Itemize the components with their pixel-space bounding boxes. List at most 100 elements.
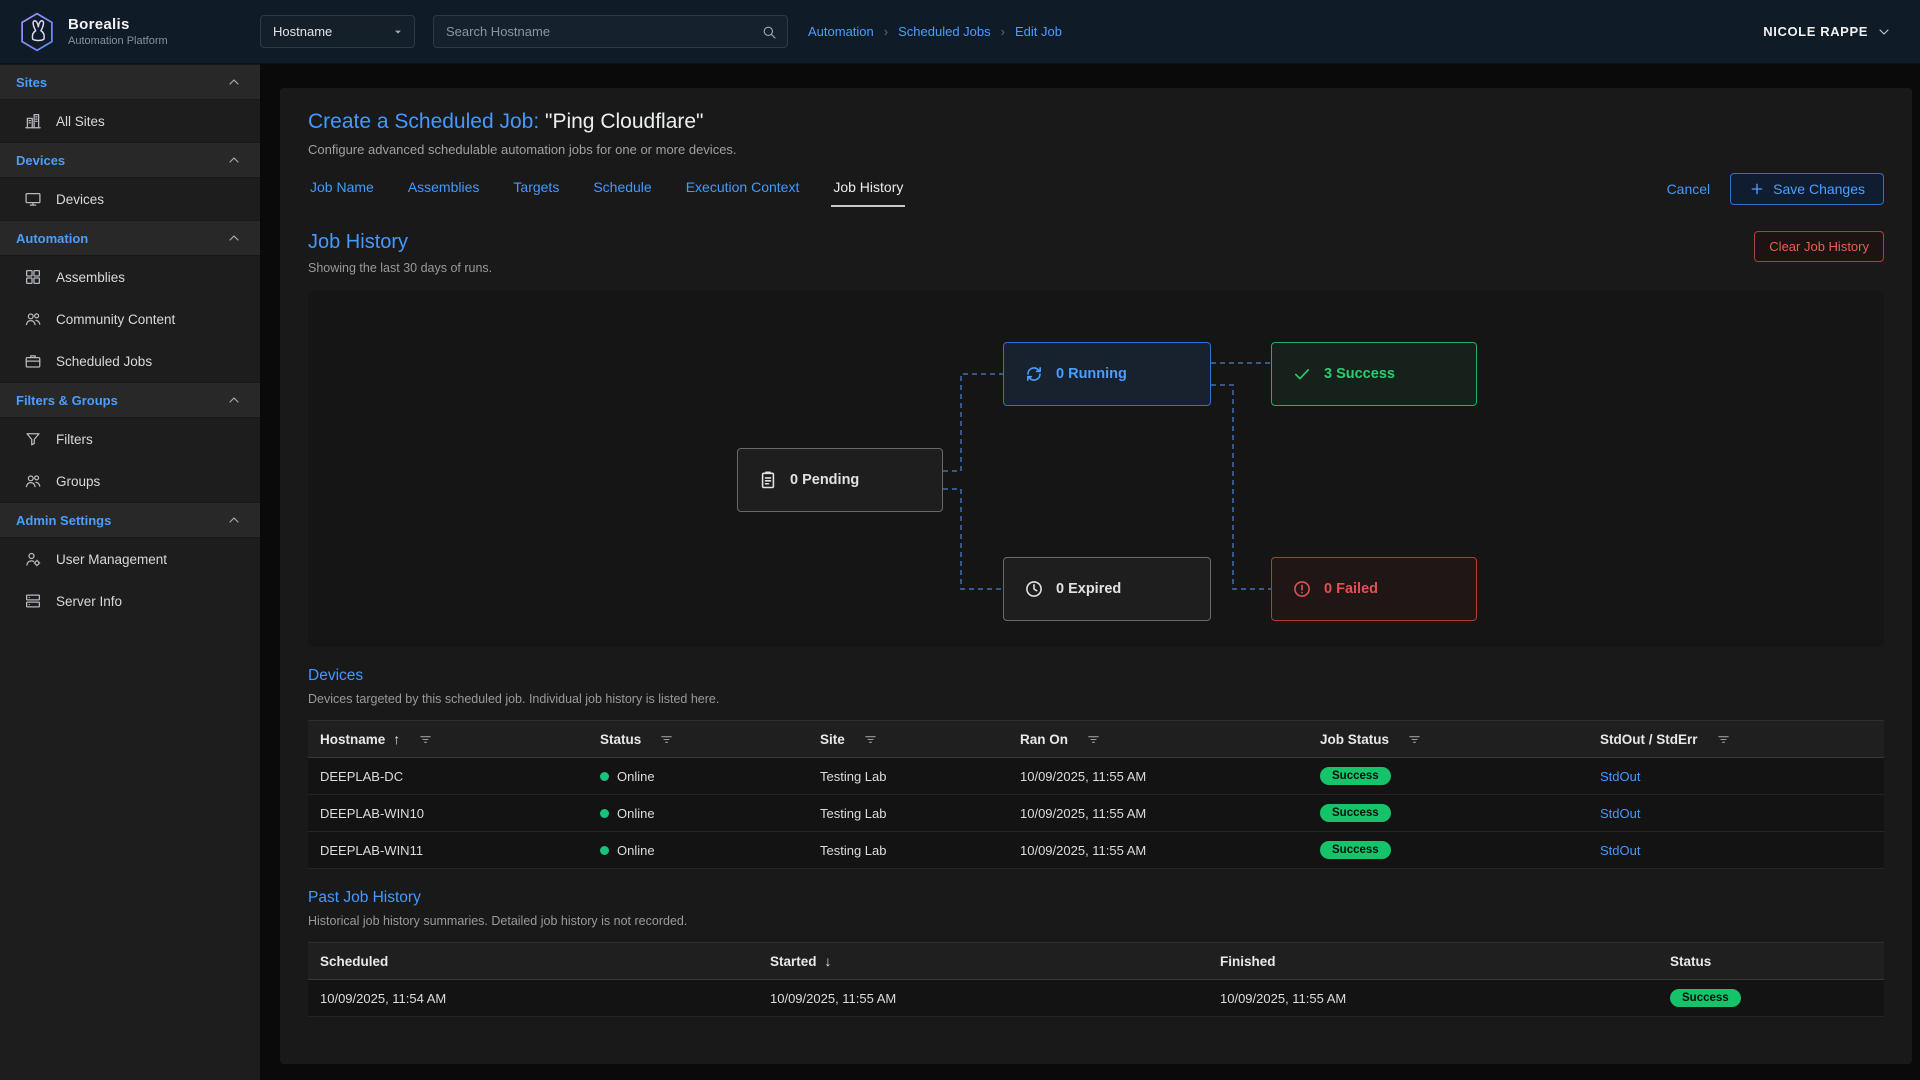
sidebar-item-server-info[interactable]: Server Info bbox=[0, 580, 260, 622]
save-changes-button[interactable]: Save Changes bbox=[1730, 173, 1884, 205]
save-changes-label: Save Changes bbox=[1773, 181, 1865, 197]
site-cell: Testing Lab bbox=[808, 843, 1008, 858]
column-label: Scheduled bbox=[320, 954, 388, 969]
sidebar-section-filters-groups[interactable]: Filters & Groups bbox=[0, 382, 260, 418]
online-dot-icon bbox=[600, 846, 609, 855]
site-cell: Testing Lab bbox=[808, 769, 1008, 784]
sidebar-item-devices[interactable]: Devices bbox=[0, 178, 260, 220]
breadcrumb-scheduled-jobs[interactable]: Scheduled Jobs bbox=[898, 24, 991, 39]
tab-targets[interactable]: Targets bbox=[511, 171, 561, 207]
devices-table: Hostname ↑ Status Site Ran On bbox=[308, 720, 1884, 869]
column-header-job-status[interactable]: Job Status bbox=[1308, 732, 1588, 747]
hostname-cell: DEEPLAB-WIN11 bbox=[308, 843, 588, 858]
ran-on-cell: 10/09/2025, 11:55 AM bbox=[1008, 769, 1308, 784]
hostname-cell: DEEPLAB-WIN10 bbox=[308, 806, 588, 821]
status-cell: Online bbox=[588, 843, 808, 858]
sidebar-item-assemblies[interactable]: Assemblies bbox=[0, 256, 260, 298]
scheduled-cell: 10/09/2025, 11:54 AM bbox=[308, 991, 758, 1006]
sidebar-item-groups[interactable]: Groups bbox=[0, 460, 260, 502]
sidebar-item-filters[interactable]: Filters bbox=[0, 418, 260, 460]
job-status-cell: Success bbox=[1308, 767, 1588, 785]
past-job-history-description: Historical job history summaries. Detail… bbox=[308, 914, 1884, 928]
chevron-up-icon bbox=[226, 230, 242, 246]
node-running: 0 Running bbox=[1003, 342, 1211, 406]
brand-name: Borealis bbox=[68, 16, 168, 33]
sidebar-item-scheduled-jobs[interactable]: Scheduled Jobs bbox=[0, 340, 260, 382]
tabs-row: Job Name Assemblies Targets Schedule Exe… bbox=[308, 171, 1884, 207]
clock-icon bbox=[1024, 579, 1044, 599]
column-header-stdout[interactable]: StdOut / StdErr bbox=[1588, 732, 1884, 747]
filter-icon[interactable] bbox=[863, 732, 878, 747]
status-badge: Success bbox=[1670, 989, 1741, 1007]
filter-icon[interactable] bbox=[659, 732, 674, 747]
node-running-label: 0 Running bbox=[1056, 366, 1127, 382]
user-gear-icon bbox=[24, 550, 42, 568]
filter-icon[interactable] bbox=[1086, 732, 1101, 747]
node-expired: 0 Expired bbox=[1003, 557, 1211, 621]
hostname-select[interactable]: Hostname bbox=[260, 15, 415, 48]
chevron-up-icon bbox=[226, 74, 242, 90]
sidebar-section-devices[interactable]: Devices bbox=[0, 142, 260, 178]
past-job-history-table: Scheduled Started ↓ Finished Status 10/0… bbox=[308, 942, 1884, 1017]
table-row: DEEPLAB-WIN10 Online Testing Lab 10/09/2… bbox=[308, 795, 1884, 832]
sidebar-item-all-sites[interactable]: All Sites bbox=[0, 100, 260, 142]
buildings-icon bbox=[24, 112, 42, 130]
tab-job-history[interactable]: Job History bbox=[831, 171, 905, 207]
ran-on-cell: 10/09/2025, 11:55 AM bbox=[1008, 806, 1308, 821]
tab-execution-context[interactable]: Execution Context bbox=[684, 171, 802, 207]
sidebar-item-label: Community Content bbox=[56, 312, 175, 327]
clear-job-history-button[interactable]: Clear Job History bbox=[1754, 231, 1884, 262]
borealis-logo-icon bbox=[16, 11, 58, 53]
column-header-status[interactable]: Status bbox=[588, 732, 808, 747]
sidebar-section-sites[interactable]: Sites bbox=[0, 64, 260, 100]
table-row: 10/09/2025, 11:54 AM 10/09/2025, 11:55 A… bbox=[308, 980, 1884, 1017]
column-label: Job Status bbox=[1320, 732, 1389, 747]
sidebar: Sites All Sites Devices Devices Automati… bbox=[0, 64, 260, 1080]
sidebar-section-automation[interactable]: Automation bbox=[0, 220, 260, 256]
sidebar-item-community-content[interactable]: Community Content bbox=[0, 298, 260, 340]
column-header-site[interactable]: Site bbox=[808, 732, 1008, 747]
tab-job-name[interactable]: Job Name bbox=[308, 171, 376, 207]
brand[interactable]: Borealis Automation Platform bbox=[16, 11, 260, 53]
column-header-status[interactable]: Status bbox=[1658, 954, 1884, 969]
sidebar-item-user-management[interactable]: User Management bbox=[0, 538, 260, 580]
tab-schedule[interactable]: Schedule bbox=[591, 171, 653, 207]
user-menu[interactable]: NICOLE RAPPE bbox=[1763, 24, 1892, 40]
devices-icon bbox=[24, 190, 42, 208]
column-label: Site bbox=[820, 732, 845, 747]
stdout-link[interactable]: StdOut bbox=[1600, 806, 1640, 821]
column-header-finished[interactable]: Finished bbox=[1208, 954, 1658, 969]
filter-icon[interactable] bbox=[418, 732, 433, 747]
column-label: Status bbox=[1670, 954, 1711, 969]
sort-desc-icon[interactable]: ↓ bbox=[825, 953, 832, 969]
column-label: Hostname bbox=[320, 732, 385, 747]
node-success-label: 3 Success bbox=[1324, 366, 1395, 382]
cancel-button[interactable]: Cancel bbox=[1667, 181, 1711, 197]
user-name: NICOLE RAPPE bbox=[1763, 24, 1868, 39]
status-cell: Online bbox=[588, 769, 808, 784]
stdout-link[interactable]: StdOut bbox=[1600, 769, 1640, 784]
search-icon[interactable] bbox=[761, 24, 777, 40]
status-badge: Success bbox=[1320, 841, 1391, 859]
filter-icon[interactable] bbox=[1716, 732, 1731, 747]
status-label: Online bbox=[617, 806, 655, 821]
node-failed-label: 0 Failed bbox=[1324, 581, 1378, 597]
breadcrumb-automation[interactable]: Automation bbox=[808, 24, 874, 39]
column-header-started[interactable]: Started ↓ bbox=[758, 953, 1208, 969]
sidebar-section-admin-settings[interactable]: Admin Settings bbox=[0, 502, 260, 538]
search-hostname-input[interactable] bbox=[446, 24, 761, 39]
error-circle-icon bbox=[1292, 579, 1312, 599]
column-header-ran-on[interactable]: Ran On bbox=[1008, 732, 1308, 747]
column-header-scheduled[interactable]: Scheduled bbox=[308, 954, 758, 969]
tab-assemblies[interactable]: Assemblies bbox=[406, 171, 482, 207]
stdout-link[interactable]: StdOut bbox=[1600, 843, 1640, 858]
main-content: Create a Scheduled Job: "Ping Cloudflare… bbox=[260, 64, 1920, 1080]
community-people-icon bbox=[24, 310, 42, 328]
column-label: Finished bbox=[1220, 954, 1276, 969]
breadcrumb-edit-job[interactable]: Edit Job bbox=[1015, 24, 1062, 39]
filter-icon[interactable] bbox=[1407, 732, 1422, 747]
sort-asc-icon[interactable]: ↑ bbox=[393, 731, 400, 747]
chevron-up-icon bbox=[226, 392, 242, 408]
column-header-hostname[interactable]: Hostname ↑ bbox=[308, 731, 588, 747]
status-badge: Success bbox=[1320, 767, 1391, 785]
